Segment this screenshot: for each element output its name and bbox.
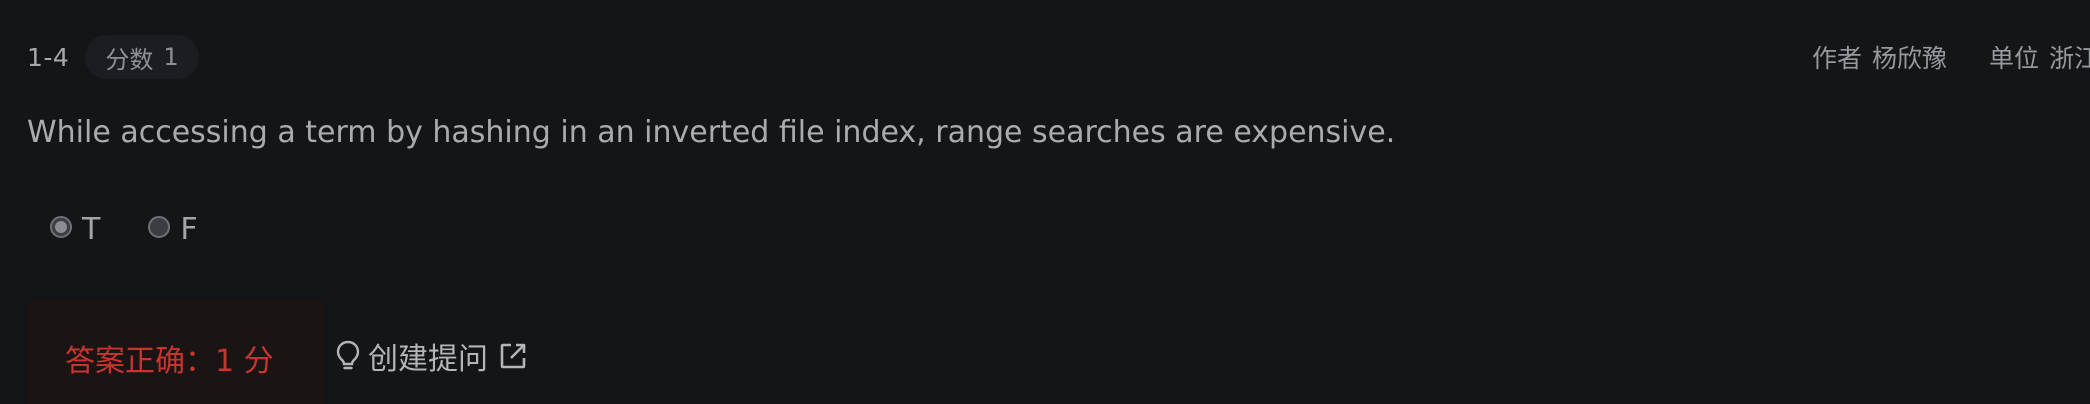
question-text: While accessing a term by hashing in an … [27,115,1396,150]
score-label: 分数 [105,45,154,74]
option-true[interactable]: T [50,212,100,247]
score-badge: 分数 1 [85,35,199,79]
unit-value: 浙江 [2049,44,2090,73]
external-link-icon [498,341,528,371]
unit-info: 单位 浙江 [1989,35,2090,79]
radio-false[interactable] [148,215,171,238]
author-info: 作者 杨欣豫 [1812,35,1947,79]
option-false[interactable]: F [148,212,198,247]
radio-true[interactable] [50,215,72,238]
result-status: 答案正确：1 分 [65,344,274,379]
unit-label: 单位 [1989,44,2040,73]
question-header: 1-4 分数 1 [27,35,199,79]
answer-options: T F [50,212,246,247]
author-name: 杨欣豫 [1872,44,1948,73]
author-label: 作者 [1812,44,1863,73]
option-true-label: T [82,212,101,247]
create-question-link[interactable]: 创建提问 [334,336,528,377]
option-false-label: F [180,212,198,247]
score-value: 1 [163,43,179,71]
lightbulb-icon [334,339,362,373]
create-question-label: 创建提问 [368,342,488,377]
problem-page: 1-4 分数 1 作者 杨欣豫 单位 浙江 While accessing a … [0,0,2090,404]
question-number: 1-4 [27,42,70,72]
